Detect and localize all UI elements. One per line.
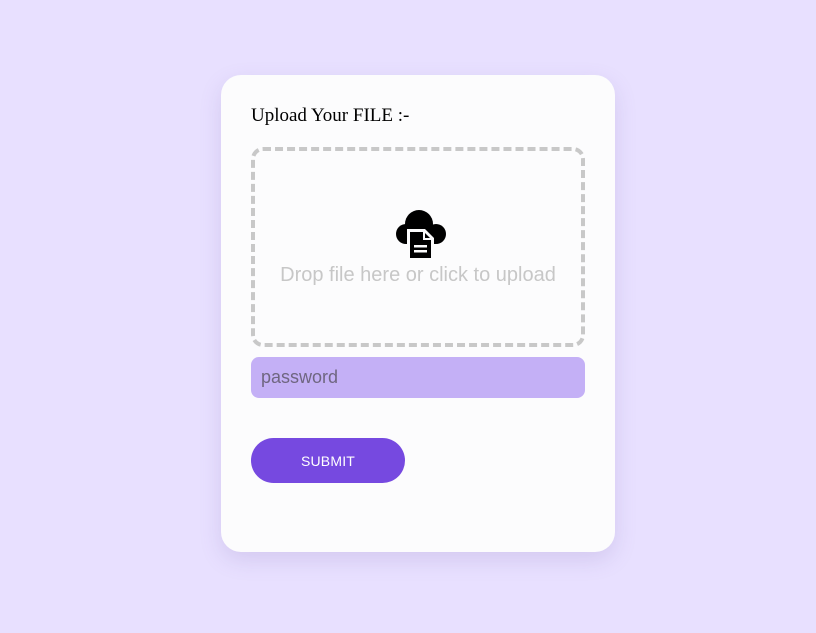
dropzone-label: Drop file here or click to upload [280,264,556,286]
cloud-file-upload-icon [396,210,446,261]
password-input[interactable] [251,357,585,398]
upload-title: Upload Your FILE :- [251,105,410,126]
submit-button[interactable]: SUBMIT [251,438,405,483]
upload-card: Upload Your FILE :- Drop file here or cl… [221,75,615,552]
file-dropzone[interactable]: Drop file here or click to upload [251,147,585,347]
